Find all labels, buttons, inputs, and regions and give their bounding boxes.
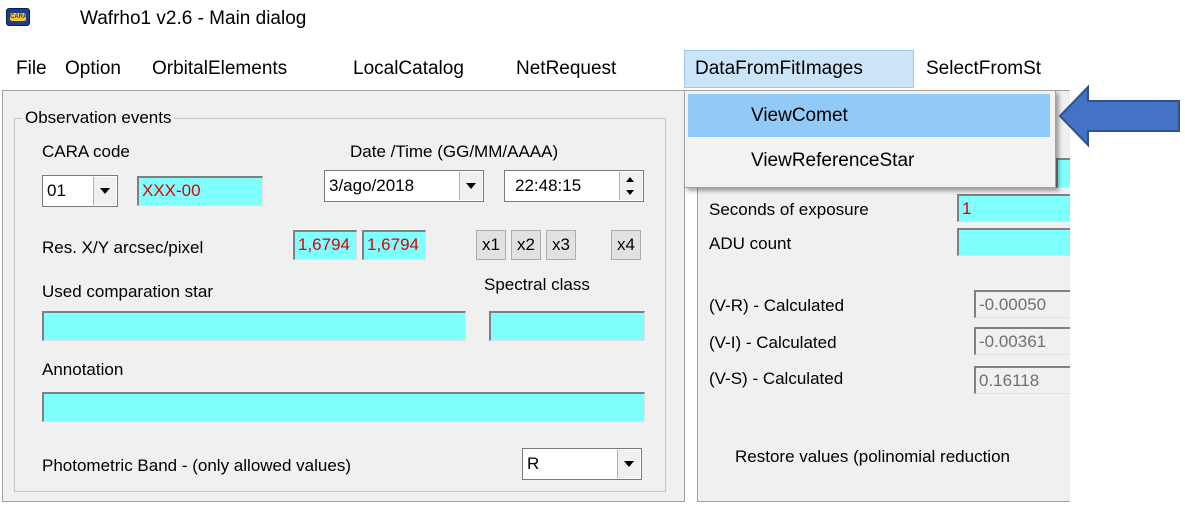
top-cyan-field[interactable] [1056, 158, 1070, 188]
vr-calculated-label: (V-R) - Calculated [709, 296, 845, 315]
menu-item-view-comet[interactable]: ViewComet [688, 94, 1050, 137]
adu-count-field[interactable] [957, 228, 1070, 256]
exposure-field[interactable]: 1 [957, 194, 1070, 222]
vs-calculated-field: 0.16118 [974, 366, 1070, 394]
exposure-label: Seconds of exposure [709, 200, 869, 219]
restore-values-label[interactable]: Restore values (polinomial reduction [735, 447, 1010, 467]
vi-calculated-label: (V-I) - Calculated [709, 333, 837, 352]
data-from-fit-images-dropdown: ViewComet ViewReferenceStar [684, 90, 1056, 188]
pointer-arrow-icon [1058, 84, 1180, 148]
vi-calculated-field: -0.00361 [974, 327, 1070, 355]
adu-count-label: ADU count [709, 234, 792, 253]
vr-calculated-field: -0.00050 [974, 290, 1070, 318]
menu-item-view-reference-star[interactable]: ViewReferenceStar [688, 139, 1050, 182]
right-panel-clip: Seconds of exposure 1 ADU count (V-R) - … [0, 0, 1070, 518]
vs-calculated-label: (V-S) - Calculated [709, 369, 844, 388]
